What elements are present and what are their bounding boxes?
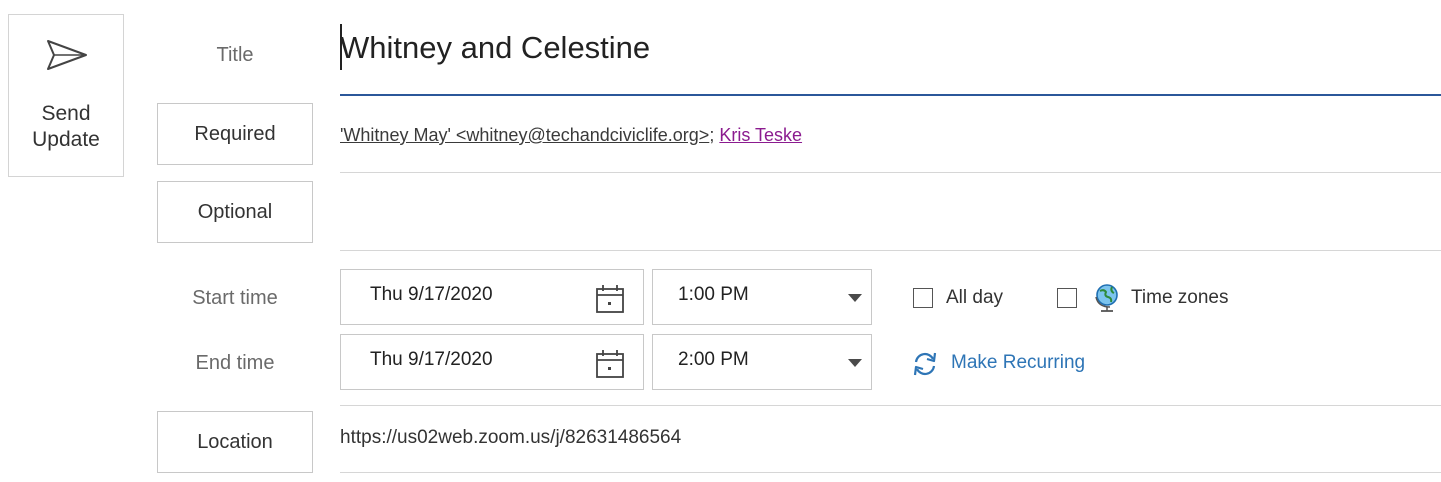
all-day-label: All day	[946, 287, 1004, 308]
end-time-label: End time	[195, 352, 275, 374]
dropdown-arrow-icon[interactable]	[848, 294, 862, 302]
start-time-value: 1:00 PM	[678, 284, 749, 305]
end-date-picker[interactable]: Thu 9/17/2020	[340, 334, 644, 390]
recurring-icon	[913, 352, 937, 376]
optional-divider	[340, 250, 1441, 251]
end-time-value: 2:00 PM	[678, 349, 749, 370]
start-date-value: Thu 9/17/2020	[370, 284, 493, 305]
required-recipients-field[interactable]: 'Whitney May' <whitney@techandciviclife.…	[340, 122, 802, 148]
location-button[interactable]: Location	[157, 411, 313, 473]
calendar-icon[interactable]	[595, 349, 625, 379]
optional-recipients-field[interactable]	[340, 190, 1430, 234]
end-date-value: Thu 9/17/2020	[370, 349, 493, 370]
recipient-separator: ;	[709, 125, 715, 145]
make-recurring-label: Make Recurring	[951, 352, 1086, 373]
calendar-icon[interactable]	[595, 284, 625, 314]
time-zones-label: Time zones	[1131, 287, 1229, 308]
end-time-dropdown[interactable]: 2:00 PM	[652, 334, 872, 390]
send-icon	[47, 40, 87, 70]
time-zones-checkbox[interactable]	[1057, 288, 1077, 308]
location-divider	[340, 472, 1441, 473]
start-date-picker[interactable]: Thu 9/17/2020	[340, 269, 644, 325]
start-time-label: Start time	[192, 287, 278, 309]
title-label: Title	[216, 44, 254, 66]
all-day-checkbox[interactable]	[913, 288, 933, 308]
send-update-button[interactable]: Send Update	[8, 14, 124, 177]
recipient-kris[interactable]: Kris Teske	[719, 125, 802, 145]
start-time-dropdown[interactable]: 1:00 PM	[652, 269, 872, 325]
required-divider	[340, 172, 1441, 173]
globe-icon	[1095, 284, 1118, 312]
recipient-whitney[interactable]: 'Whitney May' <whitney@techandciviclife.…	[340, 125, 709, 145]
required-button[interactable]: Required	[157, 103, 313, 165]
title-input[interactable]: Whitney and Celestine	[340, 22, 1430, 74]
optional-button[interactable]: Optional	[157, 181, 313, 243]
location-input[interactable]: https://us02web.zoom.us/j/82631486564	[340, 427, 681, 449]
send-update-label: Send Update	[32, 102, 100, 151]
time-divider	[340, 405, 1441, 406]
title-underline	[340, 94, 1441, 96]
dropdown-arrow-icon[interactable]	[848, 359, 862, 367]
